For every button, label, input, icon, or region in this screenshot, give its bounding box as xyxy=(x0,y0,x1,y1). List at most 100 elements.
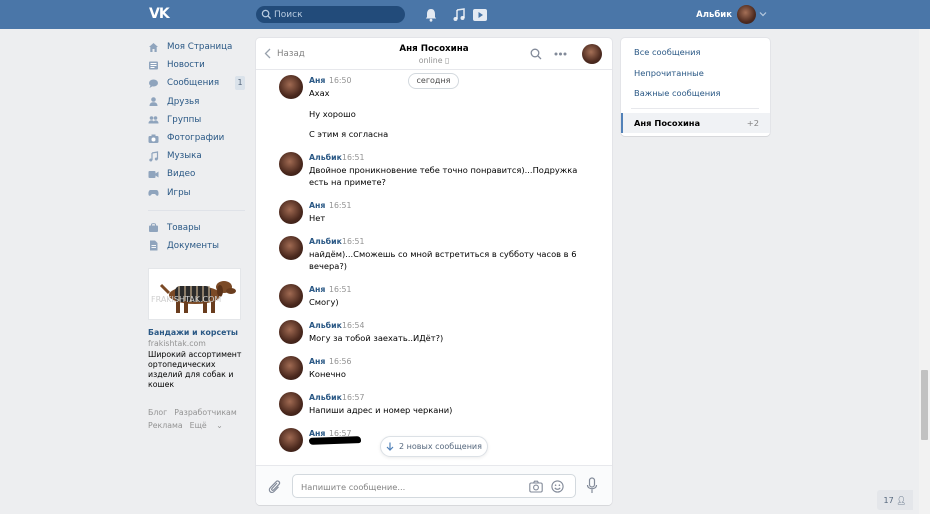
avatar[interactable] xyxy=(279,284,303,308)
sidebar-item-documents[interactable]: Документы xyxy=(148,237,250,255)
panel-divider xyxy=(631,108,759,109)
sidebar-item-groups[interactable]: Группы xyxy=(148,111,250,129)
active-conversation-name: Аня Посохина xyxy=(634,118,701,128)
sidebar-item-label: Товары xyxy=(167,222,201,233)
music-icon xyxy=(149,150,159,162)
search-input[interactable] xyxy=(274,7,400,22)
ad-title[interactable]: Бандажи и корсеты xyxy=(148,328,250,337)
camera-icon[interactable] xyxy=(529,480,543,493)
chevron-down-icon[interactable] xyxy=(759,11,767,17)
avatar[interactable] xyxy=(279,236,303,260)
sidebar-item-label: Моя Страница xyxy=(167,42,233,53)
avatar[interactable] xyxy=(279,392,303,416)
message-input[interactable] xyxy=(301,479,521,494)
mobile-icon: ▯ xyxy=(444,56,450,65)
message-time: 16:51 xyxy=(329,285,352,294)
messages-icon xyxy=(149,79,158,88)
header-avatar[interactable] xyxy=(737,5,756,24)
message-text: Смогу) xyxy=(309,297,339,307)
peer-status: online ▯ xyxy=(418,56,450,65)
avatar[interactable] xyxy=(279,428,303,452)
message-input-box[interactable] xyxy=(292,474,576,498)
music-icon[interactable] xyxy=(451,7,467,23)
smile-icon[interactable] xyxy=(551,480,564,493)
message-text: найдём)...Сможешь со мной встретиться в … xyxy=(309,249,577,271)
online-friends-counter[interactable]: 17 👤︎ xyxy=(877,490,913,510)
filter-unread[interactable]: Непрочитанные xyxy=(634,68,704,78)
message-time: 16:51 xyxy=(329,201,352,210)
search-box[interactable] xyxy=(256,6,405,23)
ad-domain[interactable]: frakishtak.com xyxy=(148,339,250,348)
new-messages-button[interactable]: 2 новых сообщения xyxy=(380,436,488,457)
sidebar-item-photos[interactable]: Фотографии xyxy=(148,129,250,147)
message-text: Ну хорошо xyxy=(309,109,356,119)
message-author[interactable]: Аня xyxy=(309,76,325,85)
filter-all-messages[interactable]: Все сообщения xyxy=(634,47,701,57)
footer-link-developers[interactable]: Разработчикам xyxy=(174,408,237,417)
search-icon[interactable] xyxy=(530,48,542,60)
message-text: Двойное проникновение тебе точно понрави… xyxy=(309,165,578,187)
message-time: 16:51 xyxy=(342,153,365,162)
active-conversation-count: +2 xyxy=(746,118,759,128)
message-author[interactable]: Альбик xyxy=(309,321,342,330)
sidebar-item-friends[interactable]: Друзья xyxy=(148,93,250,111)
sidebar-item-games[interactable]: Игры xyxy=(148,184,250,202)
sidebar-item-goods[interactable]: Товары xyxy=(148,219,250,237)
avatar[interactable] xyxy=(279,356,303,380)
sidebar-item-label: Видео xyxy=(167,169,196,180)
ad-watermark: FRAKISHTAK.COM xyxy=(151,295,221,304)
message-author[interactable]: Альбик xyxy=(309,153,342,162)
more-icon[interactable] xyxy=(554,52,567,56)
footer-link-blog[interactable]: Блог xyxy=(148,408,167,417)
sidebar-item-label: Друзья xyxy=(167,96,200,107)
footer-link-more[interactable]: Ещё ⌄ xyxy=(190,421,230,430)
message-time: 16:51 xyxy=(342,237,365,246)
message-author[interactable]: Аня xyxy=(309,357,325,366)
video-icon xyxy=(148,170,159,178)
chat-header: Назад Аня Посохина online ▯ xyxy=(256,38,612,70)
message-author[interactable]: Альбик xyxy=(309,393,342,402)
sidebar-item-label: Документы xyxy=(167,240,219,251)
scrollbar-thumb[interactable] xyxy=(921,370,928,440)
top-bar: VK Альбик xyxy=(0,0,930,29)
ad-image[interactable]: FRAKISHTAK.COM xyxy=(148,268,241,321)
avatar[interactable] xyxy=(279,75,303,99)
message-text: Нет xyxy=(309,213,326,223)
compose-bar xyxy=(256,465,612,505)
message-text: Напиши адрес и номер черкани) xyxy=(309,405,453,415)
filter-important[interactable]: Важные сообщения xyxy=(634,88,721,98)
play-icon[interactable] xyxy=(472,7,488,23)
sidebar-item-label: Музыка xyxy=(167,151,202,162)
sidebar-item-video[interactable]: Видео xyxy=(148,165,250,183)
message-time: 16:50 xyxy=(329,76,352,85)
paperclip-icon[interactable] xyxy=(267,478,281,494)
avatar[interactable] xyxy=(279,152,303,176)
bell-icon[interactable] xyxy=(423,7,439,23)
camera-icon xyxy=(148,134,159,143)
messages-count-badge: 1 xyxy=(235,76,245,90)
active-conversation[interactable]: Аня Посохина +2 xyxy=(621,113,770,133)
footer-link-ads[interactable]: Реклама xyxy=(148,421,183,430)
sidebar-item-label: Фотографии xyxy=(167,133,225,144)
page-scrollbar[interactable] xyxy=(919,29,930,514)
message-text: Конечно xyxy=(309,369,346,379)
microphone-icon[interactable] xyxy=(586,477,598,494)
sidebar-item-my-page[interactable]: Моя Страница xyxy=(148,38,250,56)
message-author[interactable]: Аня xyxy=(309,285,325,294)
message-time: 16:56 xyxy=(329,357,352,366)
redaction-scribble xyxy=(308,436,362,445)
header-username[interactable]: Альбик xyxy=(696,10,732,20)
ad-text[interactable]: Широкий ассортимент ортопедических издел… xyxy=(148,350,250,390)
sidebar-item-news[interactable]: Новости xyxy=(148,56,250,74)
sidebar-item-music[interactable]: Музыка xyxy=(148,147,250,165)
message-author[interactable]: Альбик xyxy=(309,237,342,246)
vk-logo[interactable]: VK xyxy=(149,6,171,22)
new-messages-label: 2 новых сообщения xyxy=(399,442,482,451)
chevron-down-icon: ⌄ xyxy=(216,420,223,430)
peer-avatar[interactable] xyxy=(582,44,602,64)
message-author[interactable]: Аня xyxy=(309,201,325,210)
avatar[interactable] xyxy=(279,200,303,224)
avatar[interactable] xyxy=(279,320,303,344)
sidebar-item-label: Новости xyxy=(167,60,205,71)
chat-panel: Назад Аня Посохина online ▯ сегодня Аня … xyxy=(256,38,612,505)
